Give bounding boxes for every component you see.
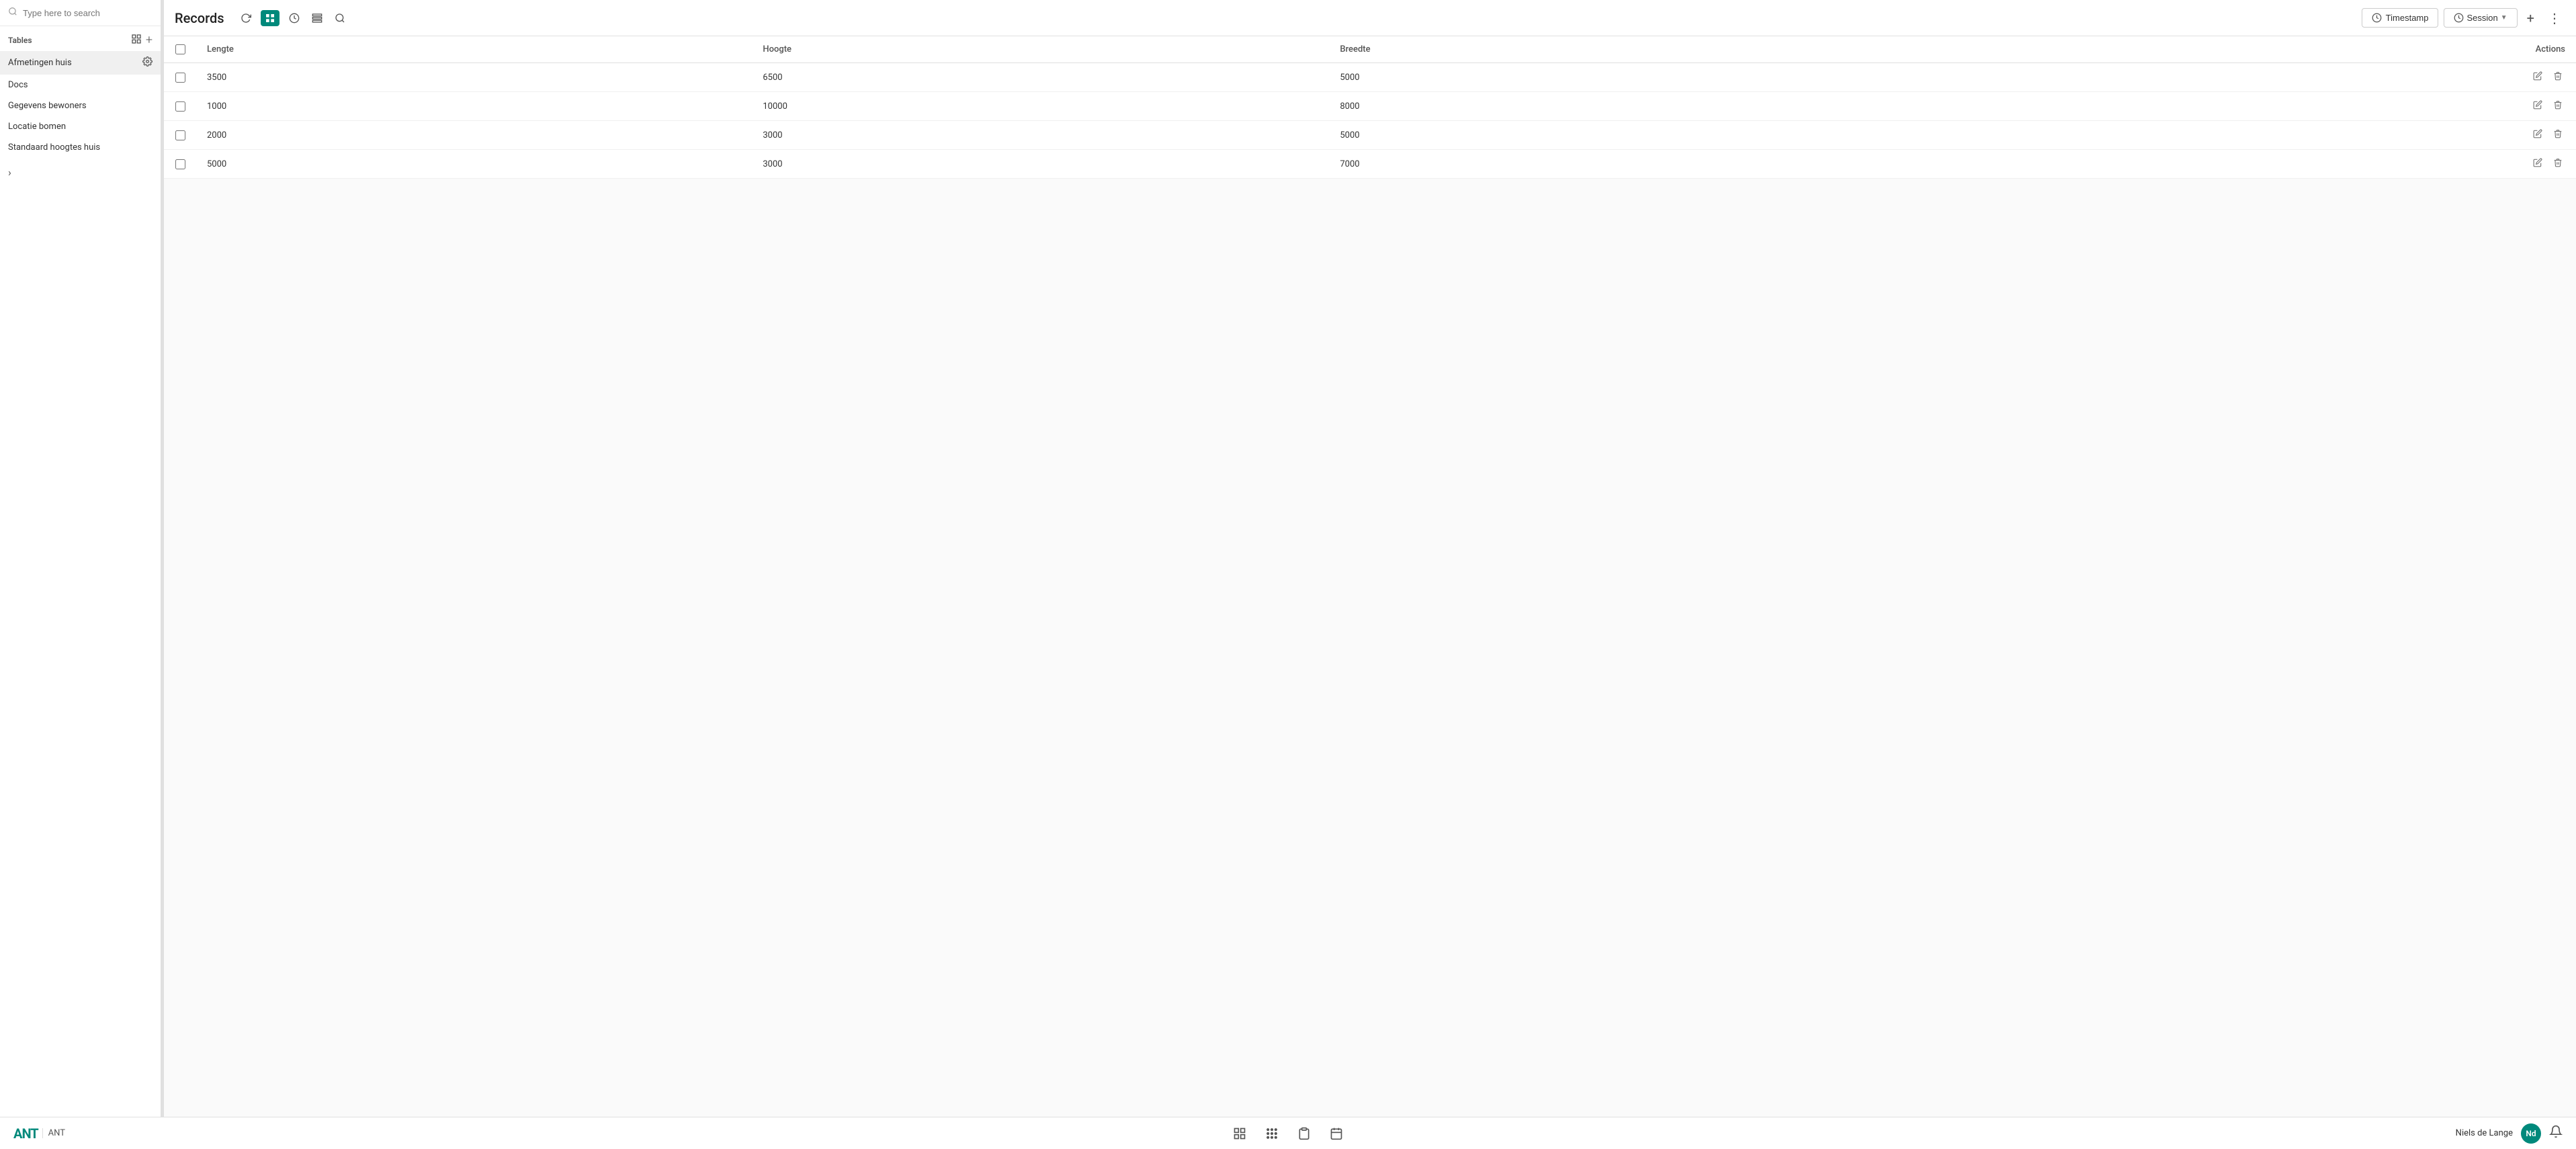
cell-breedte: 7000: [1329, 150, 1926, 179]
dashboard-icon[interactable]: [1233, 1127, 1246, 1140]
row-checkbox-cell: [164, 150, 196, 179]
timestamp-button[interactable]: Timestamp: [2362, 8, 2439, 28]
sidebar-item-label: Docs: [8, 80, 28, 90]
add-record-button[interactable]: +: [2523, 9, 2538, 28]
col-header-hoogte: Hoogte: [752, 36, 1329, 63]
delete-row-button[interactable]: [2550, 157, 2565, 171]
session-button[interactable]: Session ▼: [2444, 8, 2517, 28]
table-row: 1000 10000 8000: [164, 92, 2576, 121]
refresh-icon[interactable]: [238, 10, 254, 26]
cell-breedte: 5000: [1329, 63, 1926, 92]
toolbar-icons: [238, 10, 348, 26]
calendar-icon[interactable]: [1330, 1127, 1343, 1140]
edit-row-button[interactable]: [2530, 99, 2545, 114]
table-row: 3500 6500 5000: [164, 63, 2576, 92]
user-name: Niels de Lange: [2456, 1128, 2513, 1138]
sidebar-item-docs[interactable]: Docs: [0, 75, 161, 95]
row-checkbox[interactable]: [175, 101, 185, 112]
select-all-checkbox[interactable]: [175, 44, 185, 54]
row-checkbox[interactable]: [175, 73, 185, 83]
search-input[interactable]: [23, 8, 153, 18]
sidebar-item-label: Gegevens bewoners: [8, 101, 87, 111]
grid-toggle-icon[interactable]: [131, 34, 142, 47]
row-checkbox-cell: [164, 121, 196, 150]
table-row: 2000 3000 5000: [164, 121, 2576, 150]
add-table-icon[interactable]: +: [146, 33, 153, 47]
fields-icon[interactable]: [309, 10, 325, 26]
records-table: Lengte Hoogte Breedte Actions 3500 6500 …: [164, 36, 2576, 179]
delete-row-button[interactable]: [2550, 70, 2565, 85]
more-options-button[interactable]: ⋮: [2544, 9, 2565, 28]
cell-lengte: 1000: [196, 92, 752, 121]
ant-logo: ANT: [13, 1125, 38, 1142]
cell-hoogte: 6500: [752, 63, 1329, 92]
table-area: Lengte Hoogte Breedte Actions 3500 6500 …: [164, 36, 2576, 1117]
session-dropdown-arrow: ▼: [2501, 14, 2507, 22]
gear-icon[interactable]: [142, 56, 153, 69]
grid-view-icon[interactable]: [261, 10, 280, 26]
notification-icon[interactable]: [2549, 1125, 2563, 1142]
sidebar-item-gegevens-bewoners[interactable]: Gegevens bewoners: [0, 95, 161, 116]
tables-actions: +: [131, 33, 153, 47]
bottom-bar: ANT ANT: [0, 1117, 2576, 1149]
col-header-actions: Actions: [1926, 36, 2576, 63]
toolbar-right: Timestamp Session ▼ + ⋮: [2362, 8, 2565, 28]
cell-hoogte: 3000: [752, 150, 1329, 179]
tables-header: Tables +: [0, 26, 161, 51]
timestamp-label: Timestamp: [2386, 13, 2429, 23]
sidebar: Tables + Afmetingen huis: [0, 0, 161, 1117]
row-checkbox[interactable]: [175, 130, 185, 140]
sidebar-item-afmetingen-huis[interactable]: Afmetingen huis: [0, 51, 161, 75]
bottom-center: [1233, 1127, 1343, 1140]
apps-icon[interactable]: [1265, 1127, 1279, 1140]
row-checkbox[interactable]: [175, 159, 185, 169]
avatar[interactable]: Nd: [2521, 1123, 2541, 1144]
col-header-checkbox: [164, 36, 196, 63]
cell-actions: [1926, 150, 2576, 179]
page-title: Records: [175, 10, 224, 26]
bottom-right: Niels de Lange Nd: [2456, 1123, 2563, 1144]
history-icon[interactable]: [286, 10, 302, 26]
table-row: 5000 3000 7000: [164, 150, 2576, 179]
search-records-icon[interactable]: [332, 10, 348, 26]
sidebar-expand-button[interactable]: ›: [0, 158, 161, 187]
cell-lengte: 5000: [196, 150, 752, 179]
cell-actions: [1926, 121, 2576, 150]
row-checkbox-cell: [164, 63, 196, 92]
sidebar-item-label: Afmetingen huis: [8, 58, 72, 68]
cell-hoogte: 10000: [752, 92, 1329, 121]
sidebar-item-standaard-hoogtes[interactable]: Standaard hoogtes huis: [0, 137, 161, 158]
ant-app-label: ANT: [42, 1128, 65, 1138]
sidebar-item-label: Locatie bomen: [8, 122, 66, 132]
tables-label: Tables: [8, 36, 32, 45]
edit-row-button[interactable]: [2530, 70, 2545, 85]
cell-actions: [1926, 63, 2576, 92]
cell-actions: [1926, 92, 2576, 121]
edit-row-button[interactable]: [2530, 157, 2545, 171]
cell-breedte: 5000: [1329, 121, 1926, 150]
cell-hoogte: 3000: [752, 121, 1329, 150]
search-bar: [0, 0, 161, 26]
delete-row-button[interactable]: [2550, 99, 2565, 114]
session-label: Session: [2466, 13, 2497, 23]
col-header-lengte: Lengte: [196, 36, 752, 63]
search-icon: [8, 7, 17, 19]
main-content: Records: [164, 0, 2576, 1117]
bottom-left: ANT ANT: [13, 1125, 65, 1142]
cell-breedte: 8000: [1329, 92, 1926, 121]
sidebar-item-label: Standaard hoogtes huis: [8, 142, 100, 153]
cell-lengte: 2000: [196, 121, 752, 150]
cell-lengte: 3500: [196, 63, 752, 92]
row-checkbox-cell: [164, 92, 196, 121]
col-header-breedte: Breedte: [1329, 36, 1926, 63]
toolbar: Records: [164, 0, 2576, 36]
delete-row-button[interactable]: [2550, 128, 2565, 142]
edit-row-button[interactable]: [2530, 128, 2545, 142]
sidebar-item-locatie-bomen[interactable]: Locatie bomen: [0, 116, 161, 137]
clipboard-icon[interactable]: [1297, 1127, 1311, 1140]
